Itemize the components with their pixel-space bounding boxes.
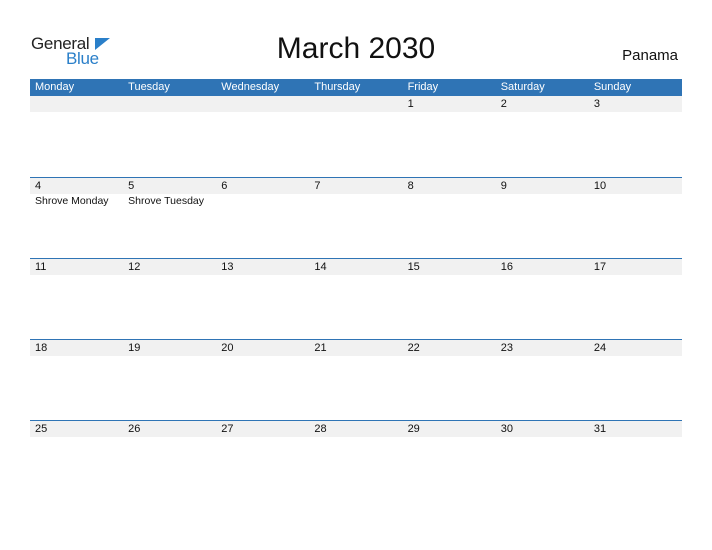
holiday-label <box>589 194 682 208</box>
day-number <box>309 96 402 112</box>
day-number: 1 <box>407 98 414 110</box>
day-number: 29 <box>407 423 420 435</box>
week-row: 1 2 3 <box>30 96 682 177</box>
day-number: 5 <box>128 180 135 192</box>
day-number: 15 <box>407 261 420 273</box>
day-number: 17 <box>593 261 607 273</box>
day-number: 25 <box>35 423 48 435</box>
day-number: 12 <box>128 261 141 273</box>
day-number: 11 <box>35 261 47 273</box>
date-row: 18 19 20 21 22 23 24 <box>30 340 682 356</box>
day-number: 16 <box>500 261 513 273</box>
weekday-thursday: Thursday <box>314 81 361 93</box>
holiday-label <box>496 194 589 208</box>
day-number <box>216 96 309 112</box>
day-number: 23 <box>500 342 513 354</box>
holiday-label <box>309 194 402 208</box>
week-row: 11 12 13 14 15 16 17 <box>30 258 682 339</box>
day-number: 27 <box>221 423 234 435</box>
day-number: 10 <box>593 180 607 192</box>
day-number: 22 <box>407 342 420 354</box>
week-row: 18 19 20 21 22 23 24 <box>30 339 682 420</box>
calendar-title: March 2030 <box>276 32 436 65</box>
day-number: 13 <box>221 261 234 273</box>
day-number: 20 <box>221 342 234 354</box>
day-number: 31 <box>593 423 607 435</box>
holiday-label <box>216 194 309 208</box>
holiday-label <box>403 194 496 208</box>
date-row: 11 12 13 14 15 16 17 <box>30 259 682 275</box>
day-number: 8 <box>407 180 414 192</box>
week-row: 4 5 6 7 8 9 10 Shrove Monday Shrove Tuesday <box>30 177 682 258</box>
holiday-label: Shrove Tuesday <box>128 195 205 207</box>
weekday-wednesday: Wednesday <box>221 81 280 93</box>
day-number: 26 <box>128 423 141 435</box>
events-row: Shrove Monday Shrove Tuesday <box>30 194 682 208</box>
day-number: 7 <box>314 180 321 192</box>
day-number: 28 <box>314 423 327 435</box>
day-number <box>123 96 216 112</box>
date-row: 25 26 27 28 29 30 31 <box>30 421 682 437</box>
day-number: 21 <box>314 342 327 354</box>
day-number <box>30 96 123 112</box>
date-row: 4 5 6 7 8 9 10 <box>30 178 682 194</box>
country-label: Panama <box>622 47 678 64</box>
day-number: 14 <box>314 261 327 273</box>
day-number: 30 <box>500 423 513 435</box>
day-number: 9 <box>500 180 507 192</box>
weekday-sunday: Sunday <box>593 81 632 93</box>
weekday-monday: Monday <box>35 81 75 93</box>
day-number: 4 <box>35 180 42 192</box>
weekday-friday: Friday <box>407 81 439 93</box>
date-row: 1 2 3 <box>30 96 682 112</box>
day-number: 18 <box>35 342 48 354</box>
day-number: 19 <box>128 342 141 354</box>
calendar-grid: Monday Tuesday Wednesday Thursday Friday… <box>30 79 682 501</box>
holiday-label: Shrove Monday <box>35 195 109 207</box>
day-number: 3 <box>593 98 600 110</box>
weekday-tuesday: Tuesday <box>128 81 170 93</box>
week-row: 25 26 27 28 29 30 31 <box>30 420 682 501</box>
day-number: 2 <box>500 98 507 110</box>
day-number: 6 <box>221 180 228 192</box>
day-number: 24 <box>593 342 607 354</box>
weekday-saturday: Saturday <box>500 81 545 93</box>
weekday-header: Monday Tuesday Wednesday Thursday Friday… <box>30 79 682 96</box>
